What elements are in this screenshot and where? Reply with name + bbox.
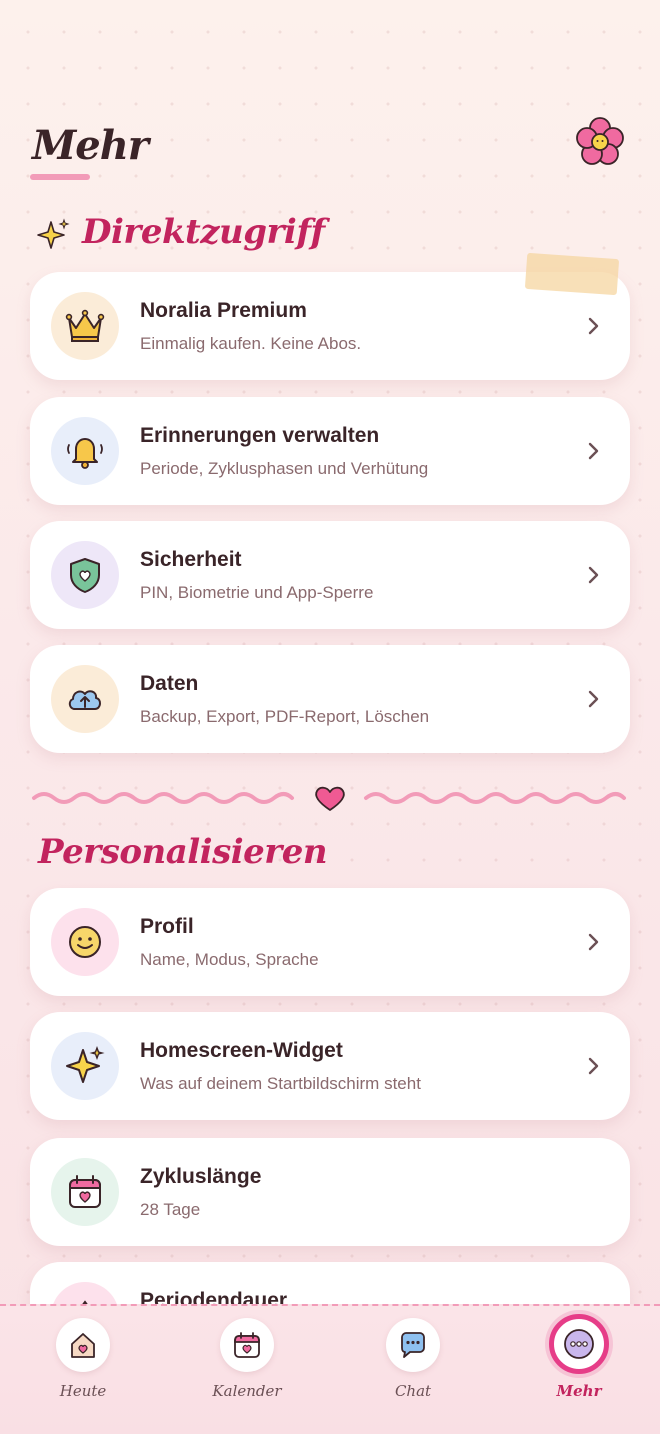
wavy-divider xyxy=(32,786,626,811)
card-title: Profil xyxy=(140,915,194,938)
flower-icon xyxy=(576,117,624,165)
card-subtitle: Was auf deinem Startbildschirm steht xyxy=(140,1074,421,1093)
tab-kalender[interactable]: Kalender xyxy=(192,1314,302,1424)
title-underline xyxy=(30,174,90,180)
card-widget[interactable]: Homescreen-Widget Was auf deinem Startbi… xyxy=(30,1012,630,1120)
tab-label: Kalender xyxy=(212,1382,282,1400)
chevron-right-icon xyxy=(588,317,599,335)
card-subtitle: Periode, Zyklusphasen und Verhütung xyxy=(140,459,429,478)
shield-heart-icon xyxy=(51,541,119,609)
more-dots-icon xyxy=(549,1314,609,1374)
bottom-tab-bar: Heute Kalender Chat Mehr xyxy=(0,1304,660,1434)
card-subtitle: Backup, Export, PDF-Report, Löschen xyxy=(140,707,430,726)
card-subtitle: Einmalig kaufen. Keine Abos. xyxy=(140,334,362,353)
bell-icon xyxy=(51,417,119,485)
card-title: Daten xyxy=(140,672,199,695)
card-cycle-length[interactable]: Zykluslänge 28 Tage xyxy=(30,1138,630,1246)
chevron-right-icon xyxy=(588,442,599,460)
sparkle-icon xyxy=(51,1032,119,1100)
calendar-heart-icon xyxy=(51,1158,119,1226)
calendar-icon xyxy=(220,1318,274,1372)
washi-tape-decoration xyxy=(524,252,620,296)
card-security[interactable]: Sicherheit PIN, Biometrie und App-Sperre xyxy=(30,521,630,629)
chevron-right-icon xyxy=(588,690,599,708)
tab-label: Mehr xyxy=(556,1382,602,1400)
page-title: Mehr xyxy=(32,122,149,169)
tab-label: Chat xyxy=(394,1382,432,1400)
chevron-right-icon xyxy=(588,933,599,951)
smiley-icon xyxy=(51,908,119,976)
card-title: Homescreen-Widget xyxy=(140,1039,343,1062)
sparkle-icon xyxy=(37,218,70,249)
tab-mehr[interactable]: Mehr xyxy=(524,1314,634,1424)
house-heart-icon xyxy=(56,1318,110,1372)
card-subtitle: 28 Tage xyxy=(140,1200,201,1219)
section-title-personalize: Personalisieren xyxy=(38,832,328,872)
card-title: Erinnerungen verwalten xyxy=(140,424,380,447)
tab-heute[interactable]: Heute xyxy=(28,1314,138,1424)
card-profile[interactable]: Profil Name, Modus, Sprache xyxy=(30,888,630,996)
card-title: Noralia Premium xyxy=(140,299,307,322)
card-data[interactable]: Daten Backup, Export, PDF-Report, Lösche… xyxy=(30,645,630,753)
chat-bubble-icon xyxy=(386,1318,440,1372)
card-subtitle: PIN, Biometrie und App-Sperre xyxy=(140,583,374,602)
card-title: Zykluslänge xyxy=(140,1165,262,1188)
card-title: Sicherheit xyxy=(140,548,242,571)
crown-icon xyxy=(51,292,119,360)
tab-chat[interactable]: Chat xyxy=(358,1314,468,1424)
section-title-quick-access: Direktzugriff xyxy=(82,212,325,252)
card-reminders[interactable]: Erinnerungen verwalten Periode, Zyklusph… xyxy=(30,397,630,505)
cloud-upload-icon xyxy=(51,665,119,733)
tab-label: Heute xyxy=(59,1382,107,1400)
chevron-right-icon xyxy=(588,566,599,584)
chevron-right-icon xyxy=(588,1057,599,1075)
card-subtitle: Name, Modus, Sprache xyxy=(140,950,319,969)
